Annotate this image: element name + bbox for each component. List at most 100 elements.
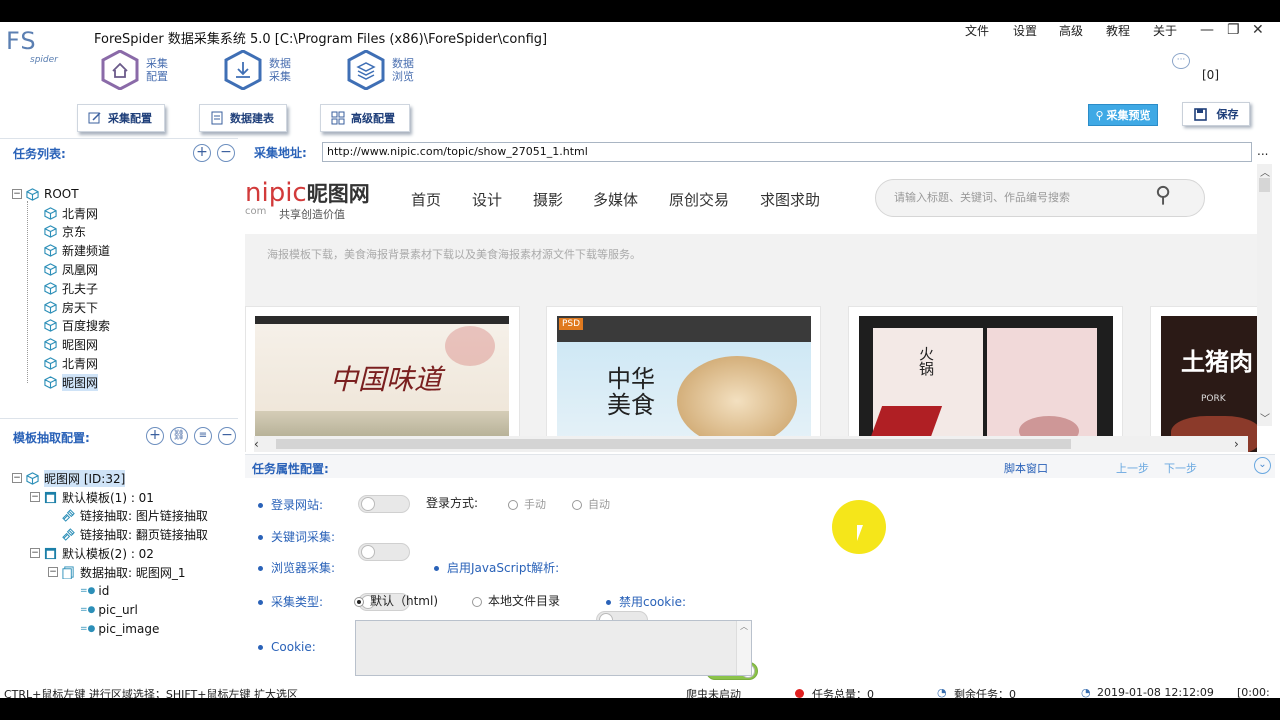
- status-bar: CTRL+鼠标左键 进行区域选择；SHIFT+鼠标左键 扩大选区 爬虫未启动 任…: [0, 688, 1280, 698]
- document-icon: [211, 111, 223, 125]
- collapse-icon[interactable]: ⌄: [1254, 457, 1271, 474]
- nav-data-browse[interactable]: 数据 浏览: [346, 49, 414, 91]
- image-card[interactable]: 火锅: [848, 306, 1123, 452]
- image-card[interactable]: 土猪肉 PORK: [1150, 306, 1257, 452]
- field-node[interactable]: =● id: [80, 582, 109, 600]
- maximize-button[interactable]: ❐: [1227, 22, 1240, 38]
- menu-tutorial[interactable]: 教程: [1106, 22, 1130, 40]
- login-mode-manual-radio[interactable]: 手动: [508, 496, 546, 512]
- task-tree-item[interactable]: 新建频道: [44, 242, 110, 260]
- task-tree-item[interactable]: 昵图网: [44, 373, 99, 391]
- preview-button[interactable]: ⚲ 采集预览: [1088, 104, 1158, 126]
- card-caption: 土猪肉: [1181, 348, 1253, 376]
- webview-hscrollbar[interactable]: ‹ ›: [254, 436, 1248, 452]
- field-node[interactable]: =● pic_url: [80, 601, 138, 619]
- collapse-toggle-icon[interactable]: −: [12, 189, 22, 199]
- collapse-toggle-icon[interactable]: −: [48, 567, 58, 578]
- tree-label: 京东: [62, 225, 87, 240]
- task-tree-item[interactable]: 孔夫子: [44, 279, 98, 297]
- task-tree-item[interactable]: 凤凰网: [44, 260, 98, 278]
- add-template-button[interactable]: +: [146, 427, 164, 445]
- tree-label: 数据抽取: 昵图网_1: [80, 565, 186, 580]
- type-local-radio[interactable]: 本地文件目录: [472, 592, 560, 609]
- nav-data-collect[interactable]: 数据 采集: [223, 49, 291, 91]
- task-tree-item[interactable]: 京东: [44, 223, 86, 241]
- task-tree-item[interactable]: 百度搜索: [44, 317, 110, 335]
- add-task-button[interactable]: +: [193, 144, 211, 162]
- scroll-up-icon[interactable]: ︿: [1260, 164, 1270, 179]
- task-tree-item[interactable]: 北青网: [44, 354, 98, 372]
- vscroll-thumb[interactable]: [1259, 178, 1270, 192]
- site-nav-trade[interactable]: 原创交易: [669, 189, 729, 210]
- login-mode-auto-radio[interactable]: 自动: [572, 496, 610, 512]
- nav-collect-config[interactable]: 采集 配置: [100, 49, 168, 91]
- bullet: [258, 566, 263, 571]
- task-tree-root[interactable]: − ROOT: [12, 185, 79, 203]
- minimize-button[interactable]: —: [1200, 22, 1214, 38]
- site-search-icon[interactable]: ⚲: [1155, 183, 1171, 208]
- type-default-radio[interactable]: 默认（html): [354, 592, 438, 609]
- task-tree-item[interactable]: 北青网: [44, 204, 98, 222]
- save-button[interactable]: 保存: [1182, 102, 1250, 126]
- remove-task-button[interactable]: −: [217, 144, 235, 162]
- site-nav-design[interactable]: 设计: [472, 189, 502, 210]
- webview-vscrollbar[interactable]: ︿ ﹀: [1257, 164, 1272, 426]
- site-logo[interactable]: nipic昵图网: [245, 178, 370, 208]
- extract-node[interactable]: 链接抽取: 翻页链接抽取: [62, 526, 208, 544]
- scroll-right-icon[interactable]: ›: [1234, 437, 1239, 451]
- task-tree-item[interactable]: 房天下: [44, 298, 98, 316]
- login-site-toggle[interactable]: [358, 495, 410, 513]
- site-nav-home[interactable]: 首页: [411, 189, 441, 210]
- prev-step-button[interactable]: 上一步: [1116, 460, 1149, 476]
- site-nav-media[interactable]: 多媒体: [593, 189, 638, 210]
- task-tree-item[interactable]: 昵图网: [44, 336, 98, 354]
- image-card[interactable]: 中国味道: [245, 306, 520, 452]
- menu-file[interactable]: 文件: [965, 22, 989, 40]
- keyword-toggle[interactable]: [358, 543, 410, 561]
- menu-settings[interactable]: 设置: [1013, 22, 1037, 40]
- web-preview[interactable]: nipic昵图网 com 共享创造价值 首页 设计 摄影 多媒体 原创交易 求图…: [245, 164, 1257, 452]
- tree-label: 昵图网: [62, 373, 99, 391]
- site-nav-photo[interactable]: 摄影: [533, 189, 563, 210]
- script-window-button[interactable]: 脚本窗口: [1004, 460, 1048, 476]
- status-total: 任务总量：0: [812, 688, 874, 698]
- bullet: [258, 645, 263, 650]
- cookie-scrollbar[interactable]: ︿: [736, 621, 751, 675]
- image-card[interactable]: PSD 中华美食: [546, 306, 821, 452]
- time-icon: ◔: [1081, 688, 1091, 698]
- database-icon[interactable]: ≡: [194, 427, 212, 445]
- link-icon[interactable]: ⛓: [170, 427, 188, 445]
- radio-label: 默认（html): [370, 594, 439, 608]
- hscroll-thumb[interactable]: [276, 439, 1071, 449]
- collapse-toggle-icon[interactable]: −: [30, 548, 40, 559]
- menu-advanced[interactable]: 高级: [1059, 22, 1083, 40]
- extract-node[interactable]: 链接抽取: 图片链接抽取: [62, 507, 208, 525]
- radio-label: 自动: [588, 498, 610, 511]
- tree-label: 昵图网 [ID:32]: [44, 469, 126, 487]
- data-extract-icon: [62, 566, 74, 579]
- url-more-button[interactable]: ...: [1257, 144, 1268, 158]
- site-nav-request[interactable]: 求图求助: [760, 189, 820, 210]
- collapse-toggle-icon[interactable]: −: [30, 492, 40, 502]
- extract-node[interactable]: − 数据抽取: 昵图网_1: [48, 563, 186, 581]
- scroll-left-icon[interactable]: ‹: [254, 437, 259, 451]
- next-step-button[interactable]: 下一步: [1164, 460, 1197, 476]
- field-node[interactable]: =● pic_image: [80, 620, 159, 638]
- tab-data-table[interactable]: 数据建表: [199, 104, 287, 132]
- remove-template-button[interactable]: −: [218, 427, 236, 445]
- close-button[interactable]: ✕: [1252, 22, 1264, 38]
- site-logo-com: com: [245, 206, 267, 217]
- menu-about[interactable]: 关于: [1153, 22, 1177, 40]
- collapse-toggle-icon[interactable]: −: [12, 473, 22, 483]
- template-tree-root[interactable]: − 昵图网 [ID:32]: [12, 469, 126, 487]
- tab-collect-config[interactable]: 采集配置: [77, 104, 165, 132]
- site-logo-text: nipic: [245, 178, 307, 208]
- cookie-textarea[interactable]: [355, 620, 752, 676]
- template-node[interactable]: − 默认模板(2) : 02: [30, 544, 154, 562]
- url-input[interactable]: http://www.nipic.com/topic/show_27051_1.…: [322, 142, 1252, 162]
- message-icon[interactable]: ···: [1172, 53, 1190, 69]
- scroll-down-icon[interactable]: ﹀: [1260, 410, 1270, 425]
- tab-advanced-config[interactable]: 高级配置: [320, 104, 410, 132]
- template-node[interactable]: − 默认模板(1) : 01: [30, 488, 154, 506]
- browser-collect-label: 浏览器采集:: [271, 561, 336, 575]
